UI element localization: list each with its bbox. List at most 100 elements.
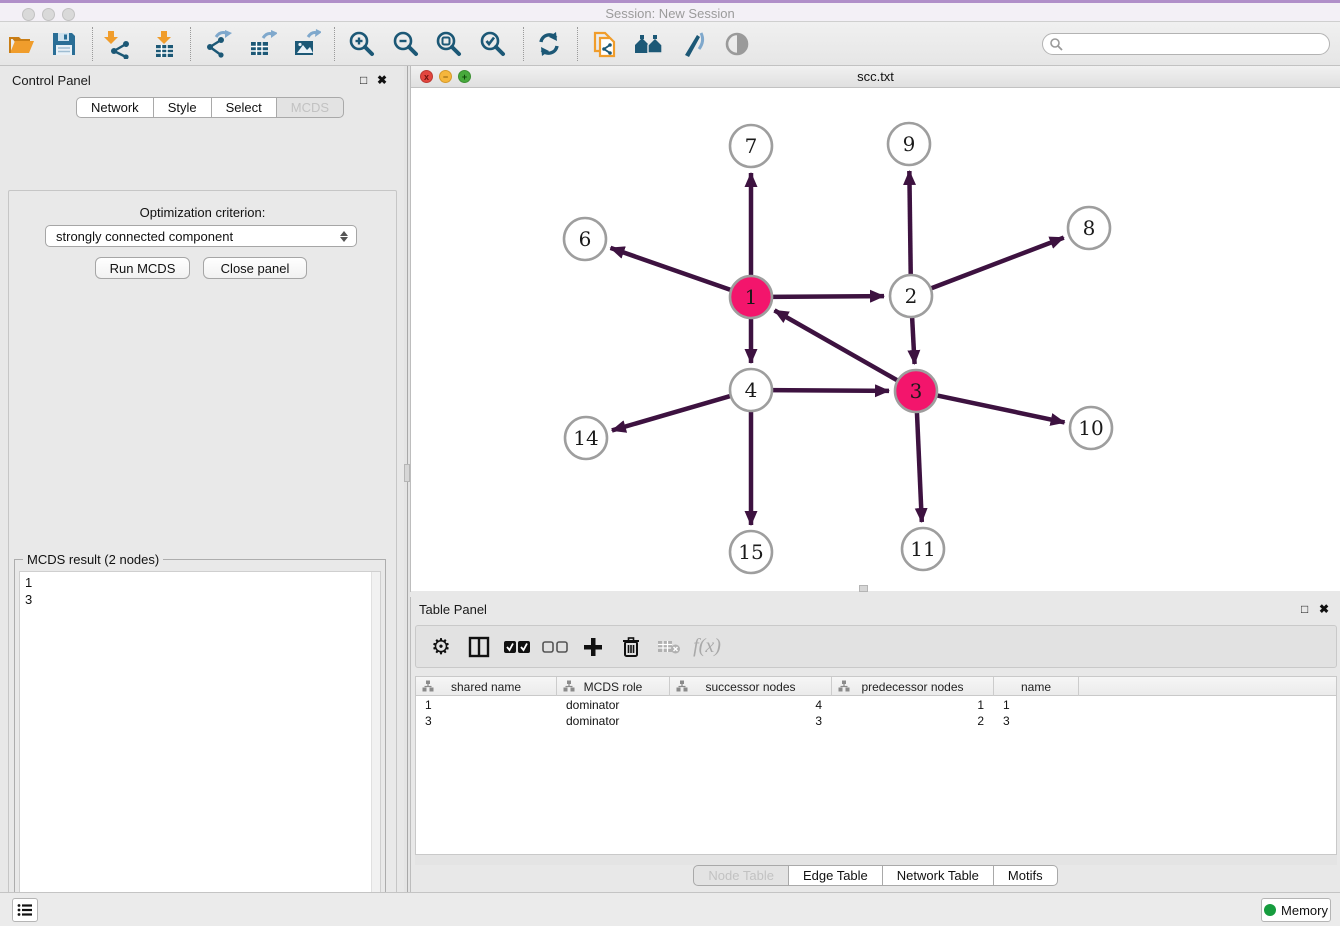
table-cell[interactable]: 4 xyxy=(670,697,832,713)
edge-3-1[interactable] xyxy=(774,310,899,381)
table-row[interactable]: 1dominator411 xyxy=(416,697,1336,713)
criterion-value: strongly connected component xyxy=(46,229,336,244)
table-float-button[interactable]: □ xyxy=(1301,602,1308,616)
edge-2-9[interactable] xyxy=(909,171,910,277)
zoom-out-icon[interactable] xyxy=(389,28,423,60)
refresh-icon[interactable] xyxy=(532,28,566,60)
column-header-shared-name[interactable]: shared name xyxy=(416,677,557,696)
edge-3-11[interactable] xyxy=(917,410,922,522)
column-header-MCDS-role[interactable]: MCDS role xyxy=(557,677,670,696)
table-toolbar: ⚙ f(x) xyxy=(415,625,1337,668)
close-panel-button-inner[interactable]: Close panel xyxy=(203,257,307,279)
column-type-icon xyxy=(563,680,575,692)
graph-node-label: 10 xyxy=(1078,416,1103,440)
graph-node-label: 7 xyxy=(745,134,758,158)
table-row[interactable]: 3dominator323 xyxy=(416,713,1336,729)
zoom-in-icon[interactable] xyxy=(345,28,379,60)
table-cell[interactable]: dominator xyxy=(557,713,670,729)
table-cell[interactable]: 1 xyxy=(832,697,994,713)
main-toolbar xyxy=(0,22,1340,66)
float-panel-button[interactable]: □ xyxy=(360,73,367,87)
tab-node-table[interactable]: Node Table xyxy=(693,865,789,886)
network-view-window: x − + scc.txt 7968124314101511 xyxy=(410,66,1340,592)
import-table-icon[interactable] xyxy=(147,28,181,60)
graph-node-label: 3 xyxy=(910,379,923,403)
table-panel-title: Table Panel xyxy=(419,602,487,617)
criterion-dropdown[interactable]: strongly connected component xyxy=(45,225,357,247)
table-cell[interactable]: 2 xyxy=(832,713,994,729)
network-canvas[interactable]: 7968124314101511 xyxy=(411,88,1340,591)
control-panel: Control Panel □ ✖ NetworkStyleSelectMCDS… xyxy=(0,66,404,892)
edge-3-10[interactable] xyxy=(935,395,1065,422)
table-close-button[interactable]: ✖ xyxy=(1319,602,1329,616)
task-history-button[interactable] xyxy=(12,898,38,922)
style-details-icon[interactable] xyxy=(675,28,709,60)
home-icon[interactable] xyxy=(632,28,666,60)
table-cell[interactable]: 1 xyxy=(416,697,557,713)
settings-gear-icon[interactable]: ⚙ xyxy=(422,631,460,663)
network-graph[interactable]: 7968124314101511 xyxy=(411,88,1340,591)
table-cell[interactable]: 3 xyxy=(994,713,1079,729)
export-network-icon[interactable] xyxy=(200,28,234,60)
graph-node-label: 14 xyxy=(573,426,598,450)
export-table-icon[interactable] xyxy=(245,28,279,60)
run-mcds-button[interactable]: Run MCDS xyxy=(95,257,190,279)
search-input[interactable] xyxy=(1063,35,1329,53)
tab-network-table[interactable]: Network Table xyxy=(883,865,994,886)
column-type-icon xyxy=(676,680,688,692)
column-header-name[interactable]: name xyxy=(994,677,1079,696)
graph-node-label: 4 xyxy=(745,378,758,402)
edge-4-14[interactable] xyxy=(612,395,733,430)
export-image-icon[interactable] xyxy=(289,28,323,60)
delete-column-icon[interactable] xyxy=(612,631,650,663)
table-cell[interactable]: dominator xyxy=(557,697,670,713)
deselect-all-icon[interactable] xyxy=(536,631,574,663)
canvas-splitter-handle[interactable] xyxy=(859,585,868,592)
add-column-icon[interactable] xyxy=(574,631,612,663)
edge-4-3[interactable] xyxy=(770,390,889,391)
table-tabs: Node TableEdge TableNetwork TableMotifs xyxy=(411,865,1340,886)
control-panel-title: Control Panel xyxy=(12,73,91,88)
graph-node-label: 15 xyxy=(738,540,763,564)
edge-2-3[interactable] xyxy=(912,315,915,364)
table-cell[interactable]: 1 xyxy=(994,697,1079,713)
memory-label: Memory xyxy=(1281,903,1328,918)
select-all-icon[interactable] xyxy=(498,631,536,663)
application-window: Session: New Session xyxy=(0,0,1340,926)
open-file-icon[interactable] xyxy=(5,28,39,60)
tab-style[interactable]: Style xyxy=(154,97,212,118)
close-panel-button[interactable]: ✖ xyxy=(377,73,387,87)
zoom-fit-icon[interactable] xyxy=(432,28,466,60)
apply-function-icon: f(x) xyxy=(688,631,726,663)
edge-1-6[interactable] xyxy=(610,248,733,291)
mcds-result-list[interactable]: 13 xyxy=(19,571,381,926)
tab-select[interactable]: Select xyxy=(212,97,277,118)
edge-1-2[interactable] xyxy=(770,296,884,297)
column-header-successor-nodes[interactable]: successor nodes xyxy=(670,677,832,696)
column-header-predecessor-nodes[interactable]: predecessor nodes xyxy=(832,677,994,696)
mcds-tab-content: Optimization criterion: strongly connect… xyxy=(8,190,397,926)
import-network-icon[interactable] xyxy=(100,28,134,60)
save-session-icon[interactable] xyxy=(47,28,81,60)
graph-node-label: 1 xyxy=(745,285,758,309)
memory-status-dot xyxy=(1264,904,1276,916)
table-cell[interactable]: 3 xyxy=(416,713,557,729)
show-columns-icon[interactable] xyxy=(460,631,498,663)
tab-network[interactable]: Network xyxy=(76,97,154,118)
network-window-titlebar: x − + scc.txt xyxy=(411,66,1340,88)
tab-mcds[interactable]: MCDS xyxy=(277,97,344,118)
list-icon xyxy=(17,903,33,917)
tab-edge-table[interactable]: Edge Table xyxy=(789,865,883,886)
hide-graphics-icon[interactable] xyxy=(720,28,754,60)
column-type-icon xyxy=(838,680,850,692)
table-cell[interactable]: 3 xyxy=(670,713,832,729)
memory-button[interactable]: Memory xyxy=(1261,898,1331,922)
result-scrollbar[interactable] xyxy=(371,572,380,926)
tab-motifs[interactable]: Motifs xyxy=(994,865,1058,886)
graph-node-label: 8 xyxy=(1083,216,1096,240)
zoom-selected-icon[interactable] xyxy=(476,28,510,60)
clone-network-icon[interactable] xyxy=(588,28,622,60)
toolbar-separator xyxy=(577,27,578,61)
search-field[interactable] xyxy=(1042,33,1330,55)
edge-2-8[interactable] xyxy=(929,238,1064,290)
